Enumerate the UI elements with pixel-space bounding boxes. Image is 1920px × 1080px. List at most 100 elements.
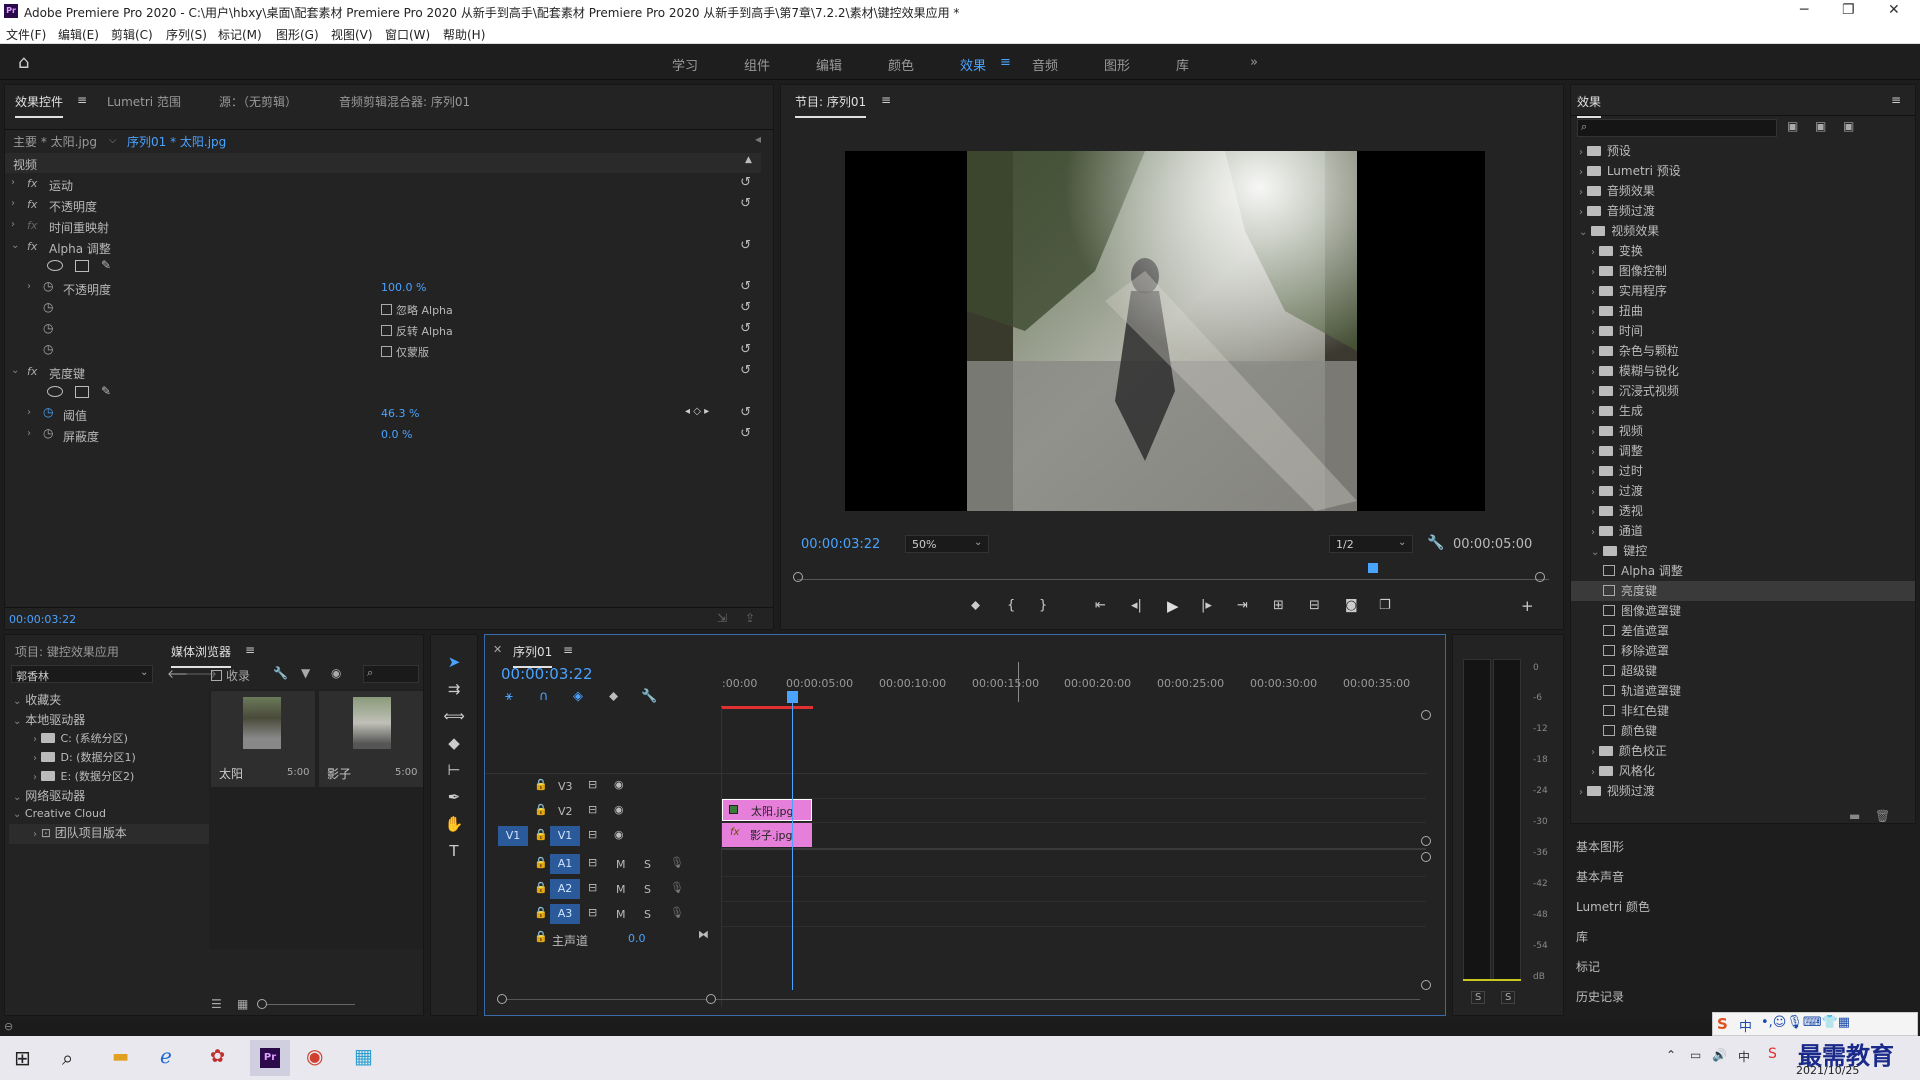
expand-icon[interactable]: › (1579, 787, 1583, 798)
expand-icon[interactable]: › (1591, 287, 1595, 298)
stopwatch-icon[interactable]: ◷ (43, 279, 53, 293)
expand-icon[interactable]: › (11, 198, 15, 209)
pen-tool-icon[interactable]: ✒ (442, 785, 466, 809)
collapse-icon[interactable]: ⌄ (1579, 227, 1587, 238)
tree-drive-d[interactable]: › D: (数据分区1) (33, 749, 136, 769)
effects-tree-item[interactable]: 图像遮罩键 (1571, 601, 1915, 621)
effects-tree-item[interactable]: › 视频 (1571, 421, 1915, 441)
ime-indicator[interactable]: 中 (1738, 1048, 1750, 1065)
effects-tree-item[interactable]: 非红色键 (1571, 701, 1915, 721)
toggle-sync-icon[interactable]: ⊟ (588, 906, 597, 919)
tree-local-drives[interactable]: ⌄ 本地驱动器 (13, 711, 85, 731)
microphone-icon[interactable]: 🎙 (670, 906, 684, 919)
keyframe-nav-icon[interactable]: ◂ ◇ ▸ (685, 406, 709, 417)
solo-button[interactable]: S (644, 908, 651, 921)
work-area-bar[interactable] (721, 706, 813, 709)
menu-clip[interactable]: 剪辑(C) (111, 26, 153, 43)
track-label-v1[interactable]: V1 (550, 826, 580, 846)
effects-tree-item[interactable]: 移除遮罩 (1571, 641, 1915, 661)
app-icon[interactable]: ✿ (210, 1046, 225, 1067)
checkbox-icon[interactable] (381, 346, 392, 357)
sequence-clip-label[interactable]: 序列01 * 太阳.jpg (127, 133, 226, 150)
threshold-value[interactable]: 46.3 % (381, 407, 419, 420)
tab-effect-controls[interactable]: 效果控件 (15, 93, 64, 118)
home-icon[interactable]: ⌂ (18, 52, 29, 73)
effects-tree-item[interactable]: › 生成 (1571, 401, 1915, 421)
collapse-icon[interactable]: ◂ (755, 132, 761, 146)
horizontal-zoom-bar[interactable] (500, 999, 1420, 1000)
collapse-icon[interactable]: ⌄ (13, 809, 21, 820)
ellipse-mask-icon[interactable] (47, 386, 63, 397)
markers-panel[interactable]: 标记 (1576, 958, 1600, 975)
source-patch-v1[interactable]: V1 (498, 826, 528, 846)
rectangle-mask-icon[interactable] (75, 260, 89, 272)
video-frame[interactable] (845, 151, 1485, 511)
solo-button[interactable]: S (644, 883, 651, 896)
ingest-checkbox[interactable]: 收录 (211, 667, 250, 684)
solo-left-button[interactable]: S (1471, 991, 1486, 1004)
effects-tree-item[interactable]: › 过渡 (1571, 481, 1915, 501)
luma-key-label[interactable]: 亮度键 (49, 365, 85, 382)
chevron-down-icon[interactable]: ⌵ (109, 135, 117, 146)
mini-timeline[interactable] (797, 579, 1549, 580)
checkbox-icon[interactable] (381, 304, 392, 315)
workspace-learn[interactable]: 学习 (672, 55, 698, 74)
playhead-icon[interactable] (1368, 563, 1378, 573)
extract-icon[interactable]: ⊟ (1309, 598, 1320, 613)
stopwatch-icon[interactable]: ◷ (43, 321, 53, 335)
add-button-icon[interactable]: + (1521, 597, 1534, 615)
eye-icon[interactable]: ◉ (614, 803, 624, 816)
expand-icon[interactable]: › (33, 829, 37, 840)
effects-tree-item[interactable]: › 视频过渡 (1571, 781, 1915, 801)
expand-icon[interactable]: › (1591, 487, 1595, 498)
view-icon[interactable]: ◉ (331, 666, 341, 680)
expand-icon[interactable]: › (33, 753, 37, 764)
export-frame-icon[interactable]: ◙ (1345, 598, 1358, 613)
pen-mask-icon[interactable]: ✎ (101, 258, 111, 272)
time-remap-label[interactable]: 时间重映射 (49, 219, 109, 236)
lift-icon[interactable]: ⊞ (1273, 598, 1284, 613)
expand-icon[interactable]: › (1591, 387, 1595, 398)
tab-media-browser[interactable]: 媒体浏览器 (171, 643, 232, 668)
media-thumbnail[interactable]: 太阳 5:00 (211, 691, 315, 787)
effect-controls-timecode[interactable]: 00:00:03:22 (9, 613, 76, 626)
effects-tree-item[interactable]: › 预设 (1571, 141, 1915, 161)
slip-tool-icon[interactable]: ⊢ (442, 758, 466, 782)
panel-menu-icon[interactable]: ≡ (1891, 93, 1901, 107)
lock-icon[interactable]: 🔒 (534, 881, 548, 894)
expand-icon[interactable]: › (11, 219, 15, 230)
expand-icon[interactable]: › (1591, 747, 1595, 758)
expand-icon[interactable]: › (1591, 467, 1595, 478)
premiere-taskbar-button[interactable]: Pr (250, 1040, 290, 1076)
workspace-effects[interactable]: 效果 (960, 55, 986, 74)
ime-mode-indicator[interactable]: 中 (1739, 1016, 1752, 1035)
reset-icon[interactable]: ↺ (740, 342, 751, 357)
new-bin-icon[interactable]: ▬ (1849, 809, 1860, 823)
menu-view[interactable]: 视图(V) (331, 26, 373, 43)
expand-icon[interactable]: › (1591, 307, 1595, 318)
delete-icon[interactable]: 🗑 (1875, 809, 1890, 823)
effects-tree-item[interactable]: 亮度键 (1571, 581, 1915, 601)
ellipse-mask-icon[interactable] (47, 260, 63, 271)
close-tab-icon[interactable]: ✕ (493, 643, 502, 656)
mark-in-icon[interactable]: { (1007, 598, 1015, 613)
tab-project[interactable]: 项目: 键控效果应用 (15, 643, 119, 660)
effects-tree-item[interactable]: › 时间 (1571, 321, 1915, 341)
motion-label[interactable]: 运动 (49, 177, 73, 194)
nest-icon[interactable]: ⚹ (505, 689, 513, 704)
workspace-libraries[interactable]: 库 (1176, 55, 1189, 74)
workspace-color[interactable]: 颜色 (888, 55, 914, 74)
workspace-more-icon[interactable]: » (1250, 55, 1258, 70)
effects-tree-item[interactable]: Alpha 调整 (1571, 561, 1915, 581)
mark-out-icon[interactable]: } (1039, 598, 1047, 613)
expand-icon[interactable]: › (33, 772, 37, 783)
fx-icon[interactable]: fx (27, 198, 37, 211)
range-start-handle[interactable] (793, 572, 803, 582)
fx-icon[interactable]: fx (27, 177, 37, 190)
opacity-label[interactable]: 不透明度 (49, 198, 97, 215)
volume-icon[interactable]: 🔊 (1712, 1048, 1727, 1062)
eye-icon[interactable]: ◉ (614, 778, 624, 791)
fx-icon[interactable]: fx (27, 240, 37, 253)
toggle-sync-icon[interactable]: ⊟ (588, 803, 597, 816)
workspace-audio[interactable]: 音频 (1032, 55, 1058, 74)
